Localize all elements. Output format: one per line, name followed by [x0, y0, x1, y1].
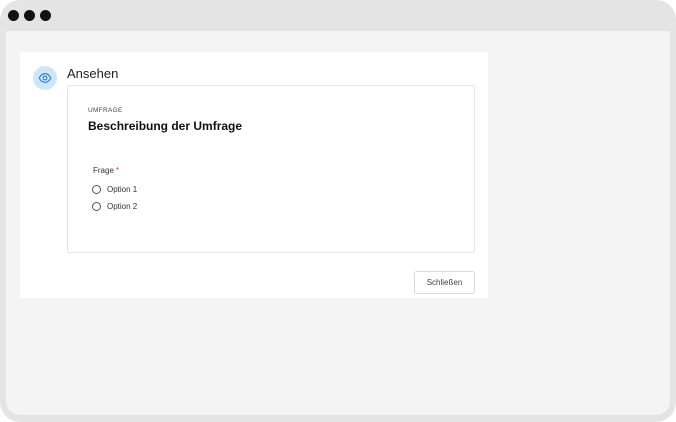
survey-card: UMFRAGE Beschreibung der Umfrage Frage * … [67, 85, 475, 253]
radio-button[interactable] [92, 185, 101, 194]
view-dialog: Ansehen UMFRAGE Beschreibung der Umfrage… [20, 52, 488, 298]
window-controls [8, 10, 51, 21]
browser-window: Ansehen UMFRAGE Beschreibung der Umfrage… [0, 0, 676, 422]
eye-icon [38, 73, 52, 83]
question-text: Frage [93, 166, 114, 175]
window-dot-close[interactable] [8, 10, 19, 21]
option-label: Option 1 [107, 185, 138, 194]
window-dot-maximize[interactable] [40, 10, 51, 21]
required-marker: * [115, 166, 120, 175]
radio-option-1[interactable]: Option 1 [92, 185, 137, 194]
radio-option-2[interactable]: Option 2 [92, 202, 137, 211]
close-button[interactable]: Schließen [414, 271, 475, 294]
dialog-title: Ansehen [67, 66, 119, 81]
survey-heading: Beschreibung der Umfrage [88, 119, 243, 133]
radio-button[interactable] [92, 202, 101, 211]
window-dot-minimize[interactable] [24, 10, 35, 21]
option-label: Option 2 [107, 202, 138, 211]
page-viewport: Ansehen UMFRAGE Beschreibung der Umfrage… [6, 31, 670, 415]
question-label: Frage * [93, 166, 119, 175]
survey-kicker: UMFRAGE [88, 107, 123, 114]
eye-icon-badge [33, 66, 57, 90]
